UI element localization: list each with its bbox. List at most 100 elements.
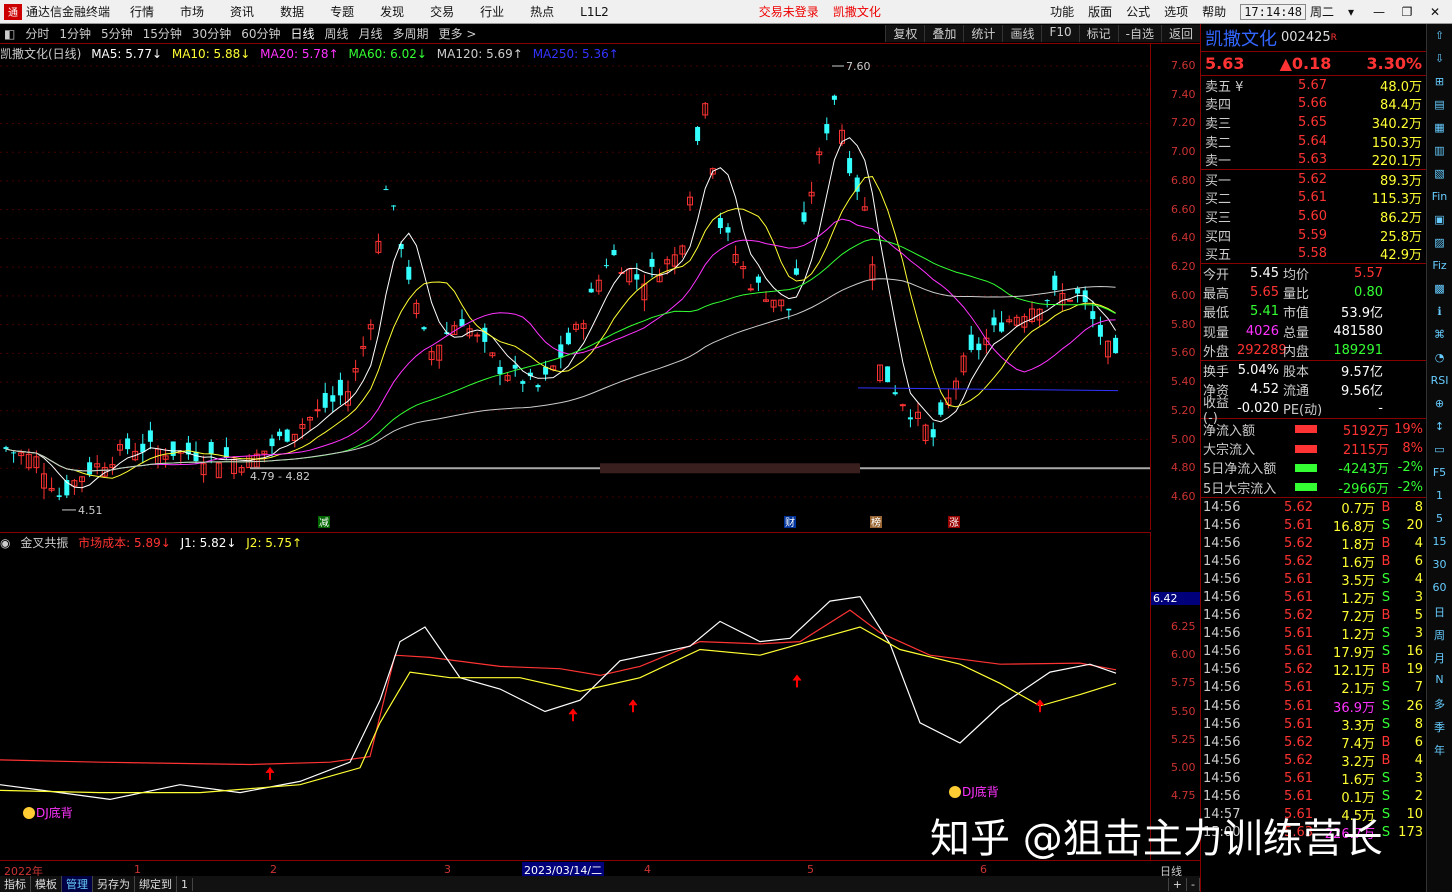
- menu-topics[interactable]: 专题: [330, 3, 354, 20]
- stat-row: 最高 5.65 量比 0.80: [1201, 283, 1426, 302]
- tick-time: 14:56: [1203, 734, 1241, 750]
- tab-number[interactable]: 1: [177, 877, 193, 891]
- menu-trade[interactable]: 交易: [430, 3, 454, 20]
- side-tool-icon[interactable]: ▧: [1430, 167, 1450, 185]
- indicator-tick: 5.75: [1171, 676, 1196, 690]
- side-tool-icon[interactable]: 15: [1430, 535, 1450, 553]
- tick-row: 14:56 5.61 1.2万 S 3: [1201, 625, 1426, 643]
- period-tab-daily[interactable]: 日线: [290, 25, 314, 42]
- period-tab-1min[interactable]: 1分钟: [59, 25, 91, 42]
- side-tool-icon[interactable]: ⊕: [1430, 397, 1450, 415]
- panel-toggle-icon[interactable]: ◧: [4, 27, 15, 41]
- close-icon[interactable]: ✕: [1424, 5, 1446, 19]
- side-tool-icon[interactable]: RSI: [1430, 374, 1450, 392]
- side-tool-icon[interactable]: 多: [1430, 696, 1450, 714]
- side-tool-icon[interactable]: ▦: [1430, 121, 1450, 139]
- tab-manage[interactable]: 管理: [62, 876, 93, 892]
- price-tick: 7.40: [1171, 87, 1196, 101]
- draw-line-button[interactable]: 画线: [1002, 25, 1042, 42]
- period-tab-5min[interactable]: 5分钟: [101, 25, 133, 42]
- ask-level-price: 5.64: [1298, 133, 1327, 149]
- period-tab-15min[interactable]: 15分钟: [143, 25, 182, 42]
- side-tool-icon[interactable]: ↕: [1430, 420, 1450, 438]
- side-tool-icon[interactable]: N: [1430, 673, 1450, 691]
- date-label-month-1: 1: [134, 863, 141, 876]
- candle-body: [885, 366, 891, 383]
- quote-title: 凯撒文化 002425 R: [1201, 24, 1426, 52]
- side-tool-icon[interactable]: 日: [1430, 604, 1450, 622]
- menu-formula[interactable]: 公式: [1126, 3, 1150, 20]
- back-button[interactable]: 返回: [1160, 25, 1200, 42]
- side-tool-icon[interactable]: ▥: [1430, 144, 1450, 162]
- side-tool-icon[interactable]: ▨: [1430, 236, 1450, 254]
- side-tool-icon[interactable]: ▭: [1430, 443, 1450, 461]
- tab-bind-to[interactable]: 绑定到: [135, 876, 177, 892]
- minimize-icon[interactable]: —: [1368, 5, 1390, 19]
- menu-data[interactable]: 数据: [280, 3, 304, 20]
- side-tool-icon[interactable]: 月: [1430, 650, 1450, 668]
- tick-price: 5.62: [1284, 662, 1313, 678]
- tab-save-as[interactable]: 另存为: [93, 876, 135, 892]
- buy-arrow-head: [265, 767, 275, 774]
- side-tool-icon[interactable]: ⌘: [1430, 328, 1450, 346]
- side-tool-icon[interactable]: ▣: [1430, 213, 1450, 231]
- side-tool-icon[interactable]: 季: [1430, 719, 1450, 737]
- side-tool-icon[interactable]: ▤: [1430, 98, 1450, 116]
- period-tab-60min[interactable]: 60分钟: [241, 25, 280, 42]
- side-tool-icon[interactable]: 30: [1430, 558, 1450, 576]
- menu-layout[interactable]: 版面: [1088, 3, 1112, 20]
- zoom-in-button[interactable]: +: [1167, 877, 1188, 891]
- period-tab-weekly[interactable]: 周线: [325, 25, 349, 42]
- menu-discover[interactable]: 发现: [380, 3, 404, 20]
- login-status[interactable]: 交易未登录: [759, 3, 819, 20]
- side-tool-icon[interactable]: ⇩: [1430, 52, 1450, 70]
- mark-button[interactable]: 标记: [1078, 25, 1118, 42]
- side-tool-icon[interactable]: ▩: [1430, 282, 1450, 300]
- period-tab-30min[interactable]: 30分钟: [192, 25, 231, 42]
- tick-side: B: [1381, 499, 1391, 515]
- side-tool-icon[interactable]: ℹ: [1430, 305, 1450, 323]
- adjust-button[interactable]: 复权: [885, 25, 925, 42]
- menu-options[interactable]: 选项: [1164, 3, 1188, 20]
- period-tab-more[interactable]: 更多 >: [439, 25, 477, 42]
- tick-price: 5.61: [1284, 571, 1313, 587]
- tick-list[interactable]: 14:56 5.62 0.7万 B 8 14:56 5.61 16.8万 S 20 14:56 5.6…: [1201, 498, 1426, 843]
- menu-quotes[interactable]: 行情: [130, 3, 154, 20]
- tick-side: S: [1381, 770, 1391, 786]
- side-tool-icon[interactable]: 60: [1430, 581, 1450, 599]
- side-tool-icon[interactable]: Fiz: [1430, 259, 1450, 277]
- dropdown-icon[interactable]: ▾: [1340, 5, 1362, 19]
- overlay-button[interactable]: 叠加: [924, 25, 964, 42]
- side-tool-icon[interactable]: ◔: [1430, 351, 1450, 369]
- zoom-out-button[interactable]: -: [1187, 877, 1200, 891]
- side-tool-icon[interactable]: 周: [1430, 627, 1450, 645]
- kline-chart[interactable]: 7.60 4.51 4.79 - 4.82 减 财 榜 涨: [0, 44, 1150, 532]
- remove-watchlist-button[interactable]: -自选: [1117, 25, 1161, 42]
- menu-hot[interactable]: 热点: [530, 3, 554, 20]
- tab-indicator[interactable]: 指标: [0, 876, 31, 892]
- side-tool-icon[interactable]: ⊞: [1430, 75, 1450, 93]
- candle-body: [999, 322, 1005, 332]
- menu-industry[interactable]: 行业: [480, 3, 504, 20]
- stats-button[interactable]: 统计: [963, 25, 1003, 42]
- tick-row: 14:56 5.61 1.6万 S 3: [1201, 769, 1426, 788]
- side-tool-icon[interactable]: Fin: [1430, 190, 1450, 208]
- f10-button[interactable]: F10: [1041, 25, 1079, 42]
- menu-l1l2[interactable]: L1L2: [580, 5, 609, 19]
- restore-icon[interactable]: ❐: [1396, 5, 1418, 19]
- period-tab-multi[interactable]: 多周期: [393, 25, 429, 42]
- tick-time: 14:56: [1203, 571, 1241, 587]
- menu-news[interactable]: 资讯: [230, 3, 254, 20]
- period-tab-monthly[interactable]: 月线: [359, 25, 383, 42]
- side-tool-icon[interactable]: 年: [1430, 742, 1450, 760]
- menu-market[interactable]: 市场: [180, 3, 204, 20]
- ma250-line: [857, 387, 1119, 392]
- side-tool-icon[interactable]: ⇧: [1430, 29, 1450, 47]
- side-tool-icon[interactable]: 1: [1430, 489, 1450, 507]
- menu-function[interactable]: 功能: [1050, 3, 1074, 20]
- side-tool-icon[interactable]: F5: [1430, 466, 1450, 484]
- menu-help[interactable]: 帮助: [1202, 3, 1226, 20]
- tab-template[interactable]: 模板: [31, 876, 62, 892]
- period-tab-intraday[interactable]: 分时: [25, 25, 49, 42]
- side-tool-icon[interactable]: 5: [1430, 512, 1450, 530]
